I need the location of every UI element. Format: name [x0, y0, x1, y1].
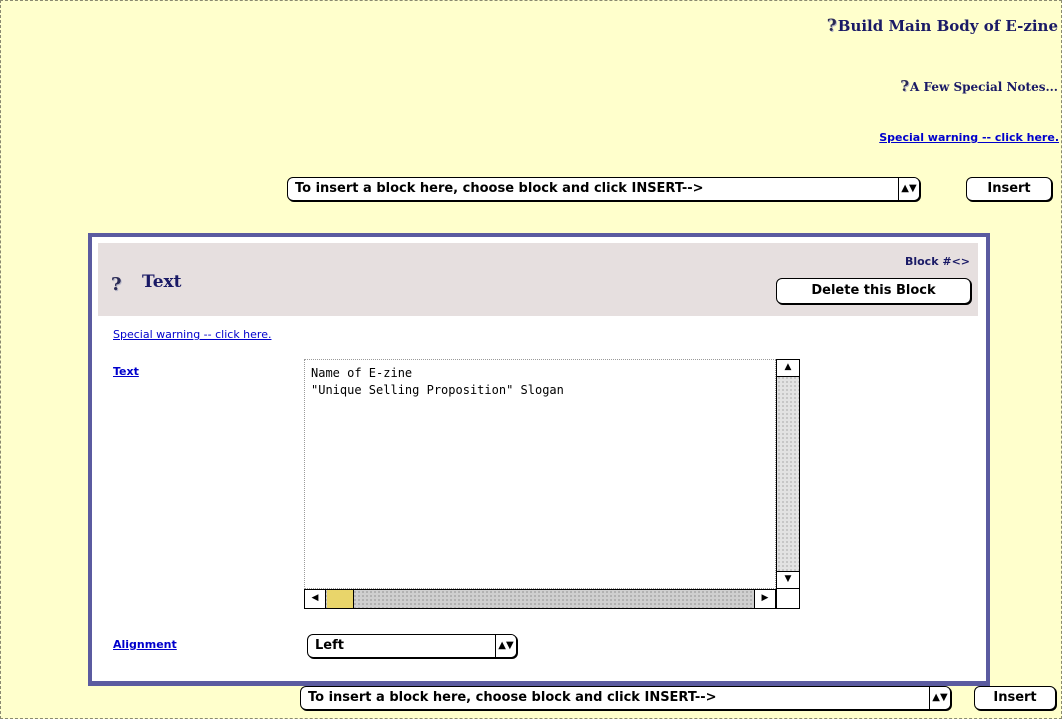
help-icon[interactable]: ? — [900, 77, 909, 95]
scroll-corner — [776, 589, 800, 609]
insert-button-bottom[interactable]: Insert — [974, 686, 1056, 710]
insert-block-select-value: To insert a block here, choose block and… — [295, 181, 704, 196]
insert-block-select-bottom[interactable]: To insert a block here, choose block and… — [300, 686, 951, 710]
scroll-left-arrow-icon[interactable]: ◀ — [304, 589, 326, 609]
scroll-up-arrow-icon[interactable]: ▲ — [776, 359, 800, 377]
alignment-select[interactable]: Left ▲▼ — [307, 634, 517, 658]
vertical-scrollbar[interactable]: ▲ ▼ — [776, 359, 800, 589]
text-field: ▲ ▼ ◀ ▶ — [304, 359, 802, 621]
alignment-label[interactable]: Alignment — [113, 638, 177, 651]
page-title-text: Build Main Body of E-zine — [837, 17, 1058, 35]
text-input[interactable] — [304, 359, 776, 589]
block-number: Block #<> — [904, 255, 970, 268]
text-block-panel: ? Text Block #<> Delete this Block Speci… — [88, 233, 990, 686]
special-notes-text: A Few Special Notes... — [909, 80, 1058, 94]
block-title: Text — [142, 272, 182, 292]
alignment-select-value: Left — [315, 638, 344, 653]
text-field-label[interactable]: Text — [113, 365, 139, 378]
page-title: ?Build Main Body of E-zine — [827, 16, 1058, 36]
insert-block-select[interactable]: To insert a block here, choose block and… — [287, 177, 920, 201]
insert-block-select-value: To insert a block here, choose block and… — [308, 690, 717, 705]
select-arrows-icon: ▲▼ — [495, 635, 516, 657]
horizontal-scrollbar[interactable]: ◀ ▶ — [304, 589, 776, 609]
delete-block-button[interactable]: Delete this Block — [776, 278, 971, 304]
help-icon[interactable]: ? — [827, 16, 837, 36]
special-notes-heading: ?A Few Special Notes... — [900, 77, 1058, 95]
scroll-down-arrow-icon[interactable]: ▼ — [776, 571, 800, 589]
insert-button[interactable]: Insert — [966, 177, 1052, 201]
help-icon[interactable]: ? — [111, 274, 122, 295]
select-arrows-icon: ▲▼ — [898, 178, 919, 200]
select-arrows-icon: ▲▼ — [929, 687, 950, 709]
block-header: ? Text Block #<> Delete this Block — [98, 243, 978, 316]
special-warning-link[interactable]: Special warning -- click here. — [879, 131, 1059, 144]
scroll-thumb[interactable] — [327, 590, 354, 608]
scroll-right-arrow-icon[interactable]: ▶ — [754, 589, 776, 609]
block-special-warning-link[interactable]: Special warning -- click here. — [113, 328, 271, 341]
